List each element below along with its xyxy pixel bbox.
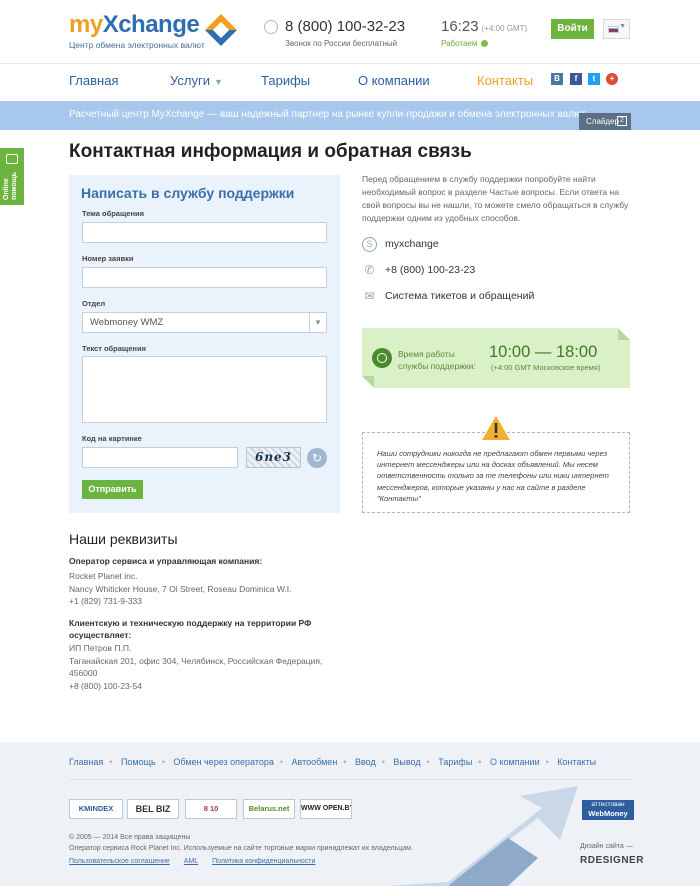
- time-zone: (+4:00 GMT): [481, 24, 528, 33]
- belbiz-badge[interactable]: BEL BIZ: [127, 799, 179, 819]
- footer-link-help[interactable]: Помощь: [121, 757, 156, 767]
- kmindex-badge[interactable]: KMINDEX: [69, 799, 123, 819]
- skype-icon: S: [362, 237, 377, 252]
- page-title: Контактная информация и обратная связь: [69, 141, 472, 162]
- online-help-label: Online помощь: [3, 172, 18, 200]
- subject-label: Тема обращения: [82, 209, 144, 218]
- support-form: Написать в службу поддержки Тема обращен…: [69, 175, 340, 513]
- language-select[interactable]: ▼: [603, 19, 630, 39]
- counter-badge[interactable]: 8 10: [185, 799, 237, 819]
- clock-icon: [372, 348, 392, 368]
- designer-name[interactable]: RDESIGNER: [580, 855, 644, 866]
- footer-link-tariffs[interactable]: Тарифы: [438, 757, 472, 767]
- captcha-input[interactable]: [82, 447, 238, 468]
- logo-mark-icon: [205, 14, 237, 46]
- logo-subtitle: Центр обмена электронных валют: [69, 40, 205, 50]
- footer-link-about[interactable]: О компании: [490, 757, 540, 767]
- envelope-icon: ✉: [364, 289, 375, 303]
- footer-link-operator[interactable]: Обмен через оператора: [173, 757, 274, 767]
- google-plus-icon[interactable]: +: [606, 73, 618, 85]
- hours-label: Время работы службы поддержки:: [398, 349, 476, 371]
- footer-link-output[interactable]: Вывод: [393, 757, 420, 767]
- user-agreement-link[interactable]: Пользовательское соглашение: [69, 858, 170, 865]
- footer-link-input[interactable]: Ввод: [355, 757, 376, 767]
- refresh-captcha-icon[interactable]: ↻: [307, 448, 327, 468]
- phone-number[interactable]: 8 (800) 100-32-23: [285, 18, 405, 35]
- message-label: Текст обращения: [82, 344, 146, 353]
- order-number-input[interactable]: [82, 267, 327, 288]
- header: myXchange Центр обмена электронных валют…: [0, 0, 700, 64]
- skype-contact[interactable]: S myxchange: [362, 237, 630, 253]
- nav-item-home[interactable]: Главная: [69, 73, 118, 88]
- aml-link[interactable]: AML: [184, 858, 198, 865]
- vk-icon[interactable]: B: [551, 73, 563, 85]
- phone-icon: ✆: [364, 263, 375, 277]
- work-status: Работаем: [441, 39, 527, 48]
- decorative-arrow-icon: [388, 786, 578, 886]
- status-dot-icon: [481, 40, 489, 48]
- logo-text: myXchange: [69, 11, 200, 38]
- work-time: 16:23 (+4:00 GMT) Работаем: [441, 18, 527, 48]
- copyright: © 2005 — 2014 Все права защищены Операто…: [69, 834, 413, 852]
- form-title: Написать в службу поддержки: [81, 185, 295, 201]
- captcha-label: Код на картинке: [82, 434, 142, 443]
- operator-heading: Оператор сервиса и управляющая компания:: [69, 556, 263, 566]
- belarus-net-badge[interactable]: Belarus.net: [243, 799, 295, 819]
- twitter-icon[interactable]: t: [588, 73, 600, 85]
- banner-text: Расчетный центр MyXchange — ваш надежный…: [69, 109, 588, 120]
- policy-links: Пользовательское соглашение AML Политика…: [69, 858, 327, 865]
- operator-details: Rocket Planet inc. Nancy Whiticker House…: [69, 571, 292, 606]
- footer-nav: Главная • Помощь • Обмен через оператора • …: [69, 757, 597, 767]
- nav-item-about[interactable]: О компании: [358, 73, 430, 88]
- slider-toggle-button[interactable]: Слайдер 2: [579, 113, 631, 130]
- phone-note: Звонок по России бесплатный: [285, 39, 398, 48]
- support-details: ИП Петров П.П. Таганайская 201, офис 304…: [69, 643, 323, 691]
- tickets-contact[interactable]: ✉ Система тикетов и обращений: [362, 289, 630, 305]
- warning-text: Наши сотрудники никогда не предлагают об…: [377, 449, 609, 503]
- chat-icon: [6, 154, 18, 164]
- logo[interactable]: myXchange Центр обмена электронных валют: [69, 11, 205, 51]
- message-textarea[interactable]: [82, 356, 327, 423]
- support-intro: Перед обращением в службу поддержки попр…: [362, 174, 629, 223]
- hours-time: 10:00 — 18:00: [489, 343, 598, 361]
- footer: Главная • Помощь • Обмен через оператора • …: [0, 742, 700, 886]
- phone-contact[interactable]: ✆ +8 (800) 100-23-23: [362, 263, 630, 279]
- department-select[interactable]: Webmoney WMZ ▼: [82, 312, 327, 333]
- hours-timezone: (+4:00 GMT Московское время): [491, 363, 601, 372]
- slider-icon: 2: [617, 116, 627, 126]
- chevron-down-icon: ▼: [309, 313, 326, 332]
- online-help-tab[interactable]: Online помощь: [0, 148, 24, 205]
- support-heading: Клиентскую и техническую поддержку на те…: [69, 618, 312, 640]
- requisites-title: Наши реквизиты: [69, 531, 178, 547]
- openby-badge[interactable]: WWW OPEN.BY: [300, 799, 352, 819]
- privacy-policy-link[interactable]: Политика конфиденциальности: [212, 858, 315, 865]
- login-button[interactable]: Войти: [551, 19, 594, 39]
- current-time: 16:23: [441, 18, 479, 35]
- department-label: Отдел: [82, 299, 106, 308]
- chevron-down-icon: ▼: [619, 23, 626, 30]
- nav-item-services[interactable]: Услуги ▼: [170, 73, 223, 88]
- designer-label: Дизайн сайта —: [580, 843, 633, 850]
- support-hours: Время работы службы поддержки: 10:00 — 18…: [362, 328, 630, 388]
- caret-down-icon: ▼: [213, 77, 223, 87]
- nav-item-tariffs[interactable]: Тарифы: [261, 73, 310, 88]
- footer-link-home[interactable]: Главная: [69, 757, 103, 767]
- phone-icon: [264, 20, 278, 34]
- footer-divider: [69, 779, 631, 780]
- warning-icon: [482, 416, 510, 440]
- order-label: Номер заявки: [82, 254, 134, 263]
- nav-item-contacts[interactable]: Контакты: [477, 73, 533, 88]
- captcha-image: 6ne3: [246, 447, 301, 468]
- submit-button[interactable]: Отправить: [82, 480, 143, 499]
- subject-input[interactable]: [82, 222, 327, 243]
- footer-link-auto[interactable]: Автообмен: [292, 757, 338, 767]
- webmoney-badge[interactable]: аттестован WebMoney: [582, 800, 634, 820]
- facebook-icon[interactable]: f: [570, 73, 582, 85]
- footer-link-contacts[interactable]: Контакты: [557, 757, 596, 767]
- russia-flag-icon: [608, 26, 619, 33]
